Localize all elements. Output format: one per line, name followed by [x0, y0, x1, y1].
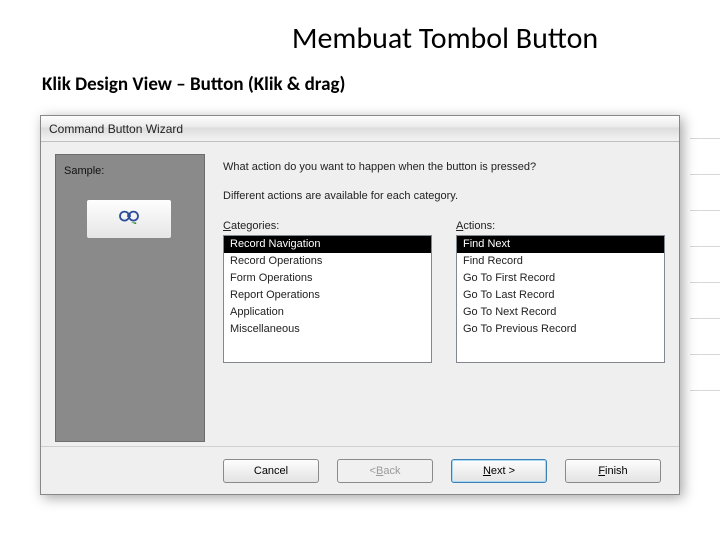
sample-panel: Sample: [55, 154, 205, 442]
dialog-titlebar[interactable]: Command Button Wizard [41, 116, 679, 142]
action-item[interactable]: Go To First Record [457, 270, 664, 287]
action-item[interactable]: Find Next [457, 236, 664, 253]
slide-subtitle: Klik Design View – Button (Klik & drag) [0, 65, 720, 104]
categories-listbox[interactable]: Record NavigationRecord OperationsForm O… [223, 235, 432, 363]
category-item[interactable]: Record Navigation [224, 236, 431, 253]
prompt-text-1: What action do you want to happen when t… [223, 160, 665, 174]
wizard-content: What action do you want to happen when t… [223, 154, 665, 442]
actions-listbox[interactable]: Find NextFind RecordGo To First RecordGo… [456, 235, 665, 363]
sample-preview-button [86, 199, 172, 239]
cancel-button[interactable]: Cancel [223, 459, 319, 483]
background-gridlines [690, 138, 720, 458]
finish-button[interactable]: Finish [565, 459, 661, 483]
slide-title: Membuat Tombol Button [0, 0, 720, 65]
binoculars-icon [118, 208, 140, 231]
category-item[interactable]: Report Operations [224, 287, 431, 304]
categories-label: Categories: [223, 220, 432, 232]
action-item[interactable]: Go To Last Record [457, 287, 664, 304]
back-button: < Back [337, 459, 433, 483]
category-item[interactable]: Record Operations [224, 253, 431, 270]
dialog-button-row: Cancel < Back Next > Finish [41, 446, 679, 494]
action-item[interactable]: Find Record [457, 253, 664, 270]
next-button[interactable]: Next > [451, 459, 547, 483]
actions-label: Actions: [456, 220, 665, 232]
category-item[interactable]: Miscellaneous [224, 321, 431, 338]
sample-label: Sample: [64, 165, 104, 177]
action-item[interactable]: Go To Previous Record [457, 321, 664, 338]
category-item[interactable]: Form Operations [224, 270, 431, 287]
wizard-dialog: Command Button Wizard Sample: What actio… [40, 115, 680, 495]
action-item[interactable]: Go To Next Record [457, 304, 664, 321]
prompt-text-2: Different actions are available for each… [223, 190, 665, 202]
category-item[interactable]: Application [224, 304, 431, 321]
dialog-title: Command Button Wizard [49, 122, 183, 136]
